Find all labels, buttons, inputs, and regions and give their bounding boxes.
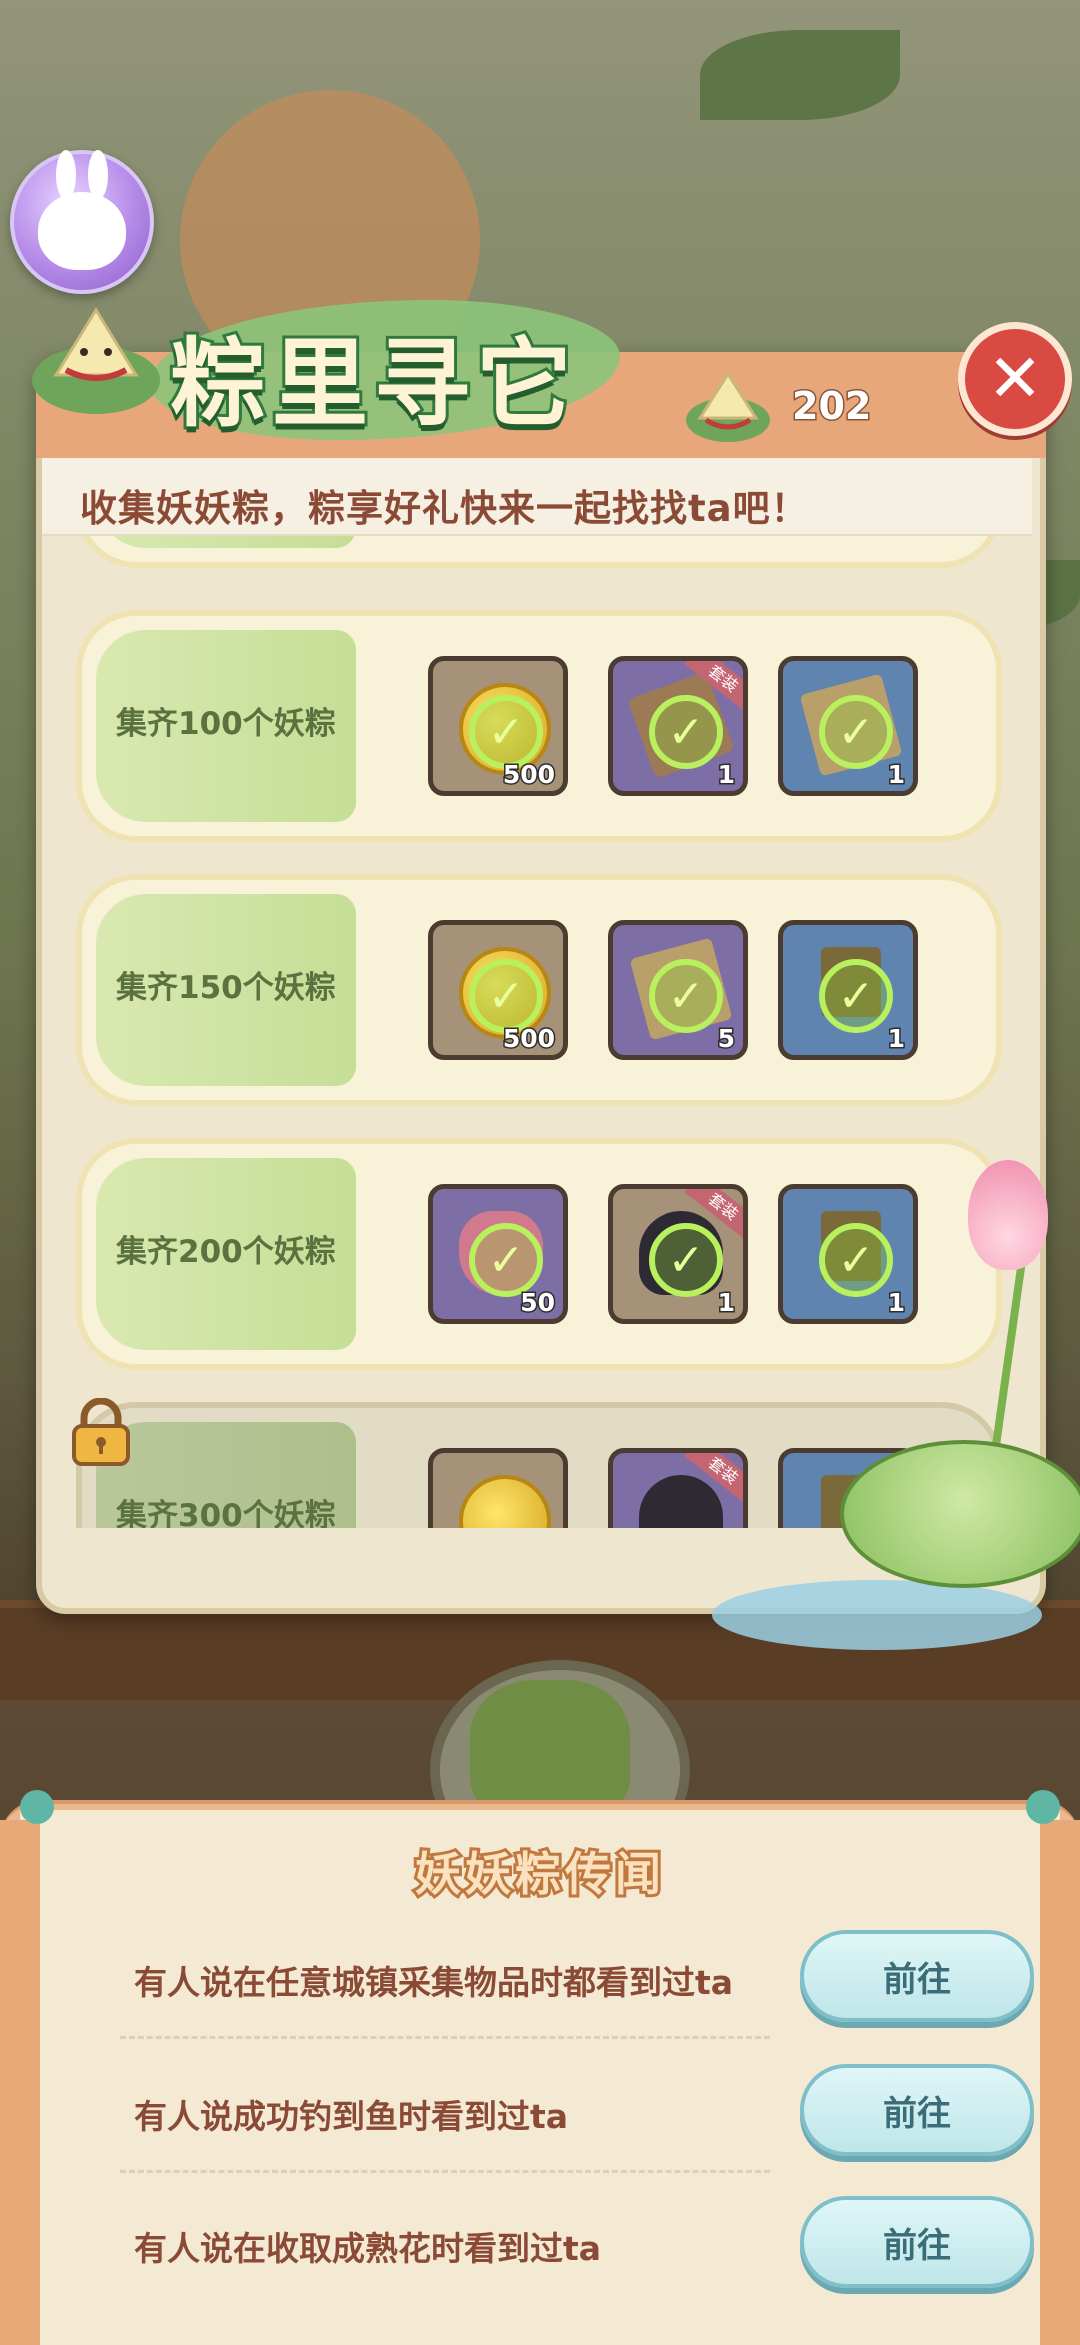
rumor-divider [120,2036,770,2039]
reward-quantity: 500 [501,759,556,791]
reward-tier: 集齐200个妖粽 ✓ 50 套装 ✓ 1 ✓ 1 [76,1138,1002,1370]
reward-item[interactable]: 套装 ✓ 1 [608,1184,748,1324]
zongzi-mascot-image [470,1680,630,1820]
rumor-text: 有人说在任意城镇采集物品时都看到过ta [134,1963,734,2002]
bunny-avatar-icon [38,150,126,270]
tier-label: 集齐300个妖粽 [116,1498,336,1528]
reward-item[interactable]: ✓ 50 [428,1184,568,1324]
reward-item[interactable] [428,1448,568,1528]
claimed-check-icon: ✓ [469,959,543,1033]
lotus-flower-icon [968,1160,1048,1270]
water-decoration [712,1580,1042,1650]
go-button[interactable]: 前往 [800,1930,1034,2022]
tier-label: 集齐150个妖粽 [116,970,336,1006]
reward-tier: 集齐100个妖粽 ✓ 500 套装 ✓ 1 ✓ 1 [76,610,1002,842]
zongzi-count: 202 [790,383,872,430]
reward-tier-list[interactable]: 集齐100个妖粽 ✓ 500 套装 ✓ 1 ✓ 1 集齐150个妖粽 ✓ 500 [62,536,1010,1528]
lotus-leaf-icon [840,1440,1080,1588]
scroll-knob [20,1790,54,1824]
zongzi-icon [686,371,770,442]
reward-quantity: 1 [886,1287,906,1319]
claimed-check-icon: ✓ [819,695,893,769]
reward-item[interactable]: 套装 [608,1448,748,1528]
rumor-item: 有人说成功钓到鱼时看到过ta 前往 [134,2056,1034,2176]
close-icon: ✕ [987,340,1043,417]
background-leaf [700,30,900,120]
tier-label: 集齐100个妖粽 [116,706,336,742]
reward-quantity: 1 [716,759,736,791]
reward-item[interactable]: ✓ 500 [428,920,568,1060]
rumor-text: 有人说在收取成熟花时看到过ta [134,2229,602,2268]
zongzi-mascot-icon [32,307,160,414]
reward-quantity: 1 [716,1287,736,1319]
claimed-check-icon: ✓ [649,959,723,1033]
rumor-item: 有人说在收取成熟花时看到过ta 前往 [134,2188,1034,2308]
go-button[interactable]: 前往 [800,2064,1034,2156]
reward-item[interactable]: ✓ 1 [778,656,918,796]
tier-label: 集齐200个妖粽 [116,1234,336,1270]
claimed-check-icon: ✓ [469,1223,543,1297]
reward-tier: 集齐150个妖粽 ✓ 500 ✓ 5 ✓ 1 [76,874,1002,1106]
reward-quantity: 1 [886,759,906,791]
tier-label-background [96,536,356,548]
reward-item[interactable]: ✓ 1 [778,920,918,1060]
reward-quantity: 1 [886,1023,906,1055]
reward-tier-partial [76,536,1002,568]
scroll-knob [1026,1790,1060,1824]
go-button[interactable]: 前往 [800,2196,1034,2288]
close-button[interactable]: ✕ [958,322,1072,436]
rumor-item: 有人说在任意城镇采集物品时都看到过ta 前往 [134,1922,1034,2042]
reward-item[interactable]: 套装 ✓ 1 [608,656,748,796]
panel-title: 粽里寻它 [167,325,578,443]
rumor-title: 妖妖粽传闻 [412,1844,665,1904]
gold-coin-icon [459,1475,551,1528]
reward-item[interactable]: ✓ 1 [778,1184,918,1324]
claimed-check-icon: ✓ [649,695,723,769]
claimed-check-icon: ✓ [469,695,543,769]
reward-quantity: 5 [716,1023,736,1055]
lock-icon [72,1398,130,1466]
reward-item[interactable]: ✓ 500 [428,656,568,796]
claimed-check-icon: ✓ [819,1223,893,1297]
reward-item[interactable]: ✓ 5 [608,920,748,1060]
rumor-divider [120,2170,770,2173]
reward-quantity: 50 [519,1287,557,1319]
claimed-check-icon: ✓ [819,959,893,1033]
panel-subtitle: 收集妖妖粽，粽享好礼快来一起找找ta吧！ [80,487,809,530]
hairstyle-icon [639,1475,723,1528]
rumor-text: 有人说成功钓到鱼时看到过ta [134,2097,569,2136]
player-avatar[interactable] [10,150,154,294]
claimed-check-icon: ✓ [649,1223,723,1297]
reward-quantity: 500 [501,1023,556,1055]
